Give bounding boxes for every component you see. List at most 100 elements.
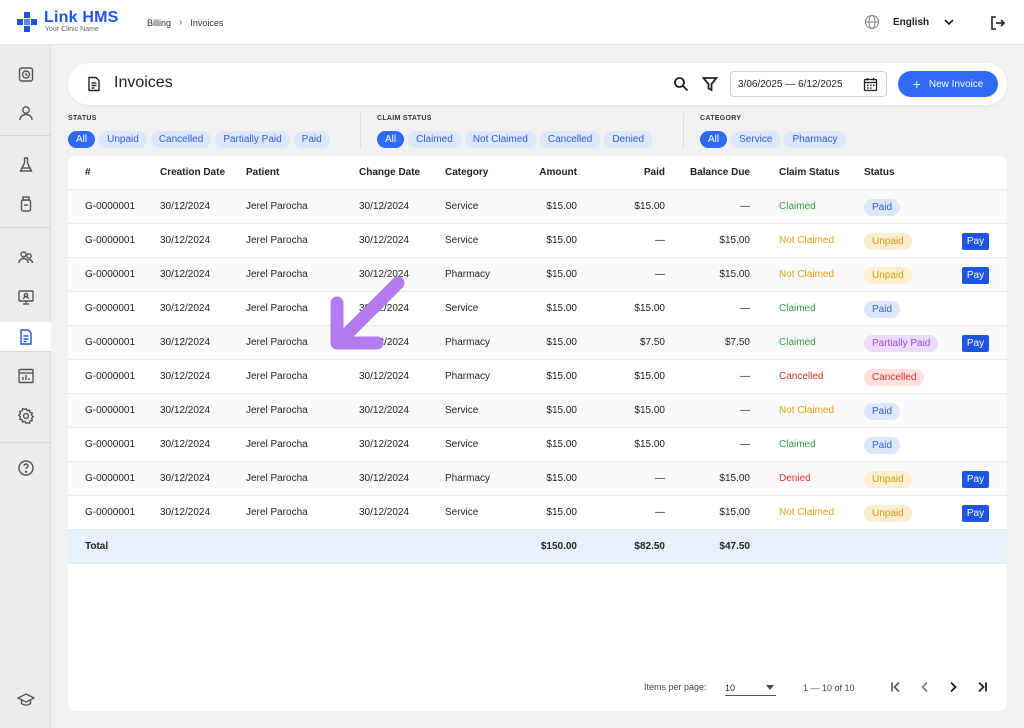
app-logo[interactable]: Link HMS Your Clinic Name bbox=[16, 9, 119, 34]
pay-button[interactable]: Pay bbox=[962, 335, 989, 352]
new-invoice-button[interactable]: + New Invoice bbox=[898, 71, 998, 97]
last-page-icon[interactable] bbox=[975, 680, 989, 694]
status-filter-label: STATUS bbox=[68, 115, 97, 122]
status-chip-unpaid[interactable]: Unpaid bbox=[99, 131, 147, 148]
claim-chip-all[interactable]: All bbox=[377, 131, 405, 148]
table-row[interactable]: G-0000001 30/12/2024 Jerel Parocha 30/12/20… bbox=[68, 190, 1007, 224]
previous-page-icon[interactable] bbox=[918, 680, 932, 694]
search-icon[interactable] bbox=[673, 76, 689, 92]
sidebar-item-patients[interactable] bbox=[0, 98, 51, 128]
breadcrumb-separator-icon: › bbox=[179, 17, 183, 28]
invoice-number[interactable]: G-0000001 bbox=[85, 326, 135, 360]
invoices-table: # Creation Date Patient Change Date Cate… bbox=[68, 156, 1007, 711]
logout-icon[interactable] bbox=[989, 14, 1007, 32]
claim-chip-not-claimed[interactable]: Not Claimed bbox=[464, 131, 536, 148]
status-chip-cancelled[interactable]: Cancelled bbox=[150, 131, 212, 148]
category-chip-all[interactable]: All bbox=[700, 131, 728, 148]
col-header-claim-status[interactable]: Claim Status bbox=[779, 156, 840, 190]
table-row[interactable]: G-0000001 30/12/2024 Jerel Parocha 30/12/20… bbox=[68, 394, 1007, 428]
items-per-page-label: Items per page: bbox=[644, 682, 707, 692]
creation-date: 30/12/2024 bbox=[160, 405, 211, 416]
claim-status: Claimed bbox=[779, 201, 816, 212]
col-header-change-date[interactable]: Change Date bbox=[359, 156, 420, 190]
calendar-icon bbox=[863, 78, 878, 92]
table-row[interactable]: G-0000001 30/12/2024 Jerel Parocha 30/12/20… bbox=[68, 428, 1007, 462]
invoice-number[interactable]: G-0000001 bbox=[85, 462, 135, 496]
table-row[interactable]: G-0000001 30/12/2024 Jerel Parocha 30/12/20… bbox=[68, 258, 1007, 292]
table-row[interactable]: G-0000001 30/12/2024 Jerel Parocha 30/12/20… bbox=[68, 224, 1007, 258]
breadcrumb-billing[interactable]: Billing bbox=[147, 18, 171, 28]
pay-button[interactable]: Pay bbox=[962, 267, 989, 284]
sidebar-item-billing[interactable] bbox=[0, 322, 51, 352]
invoice-number[interactable]: G-0000001 bbox=[85, 292, 135, 326]
invoice-number[interactable]: G-0000001 bbox=[85, 394, 135, 428]
language-selector[interactable]: English bbox=[864, 14, 955, 30]
claim-chip-claimed[interactable]: Claimed bbox=[408, 131, 461, 148]
date-range-picker[interactable]: 3/06/2025 — 6/12/2025 bbox=[730, 71, 887, 97]
col-header-amount[interactable]: Amount bbox=[497, 156, 577, 190]
invoice-number[interactable]: G-0000001 bbox=[85, 258, 135, 292]
table-row[interactable]: G-0000001 30/12/2024 Jerel Parocha 30/12/20… bbox=[68, 292, 1007, 326]
category-chip-pharmacy[interactable]: Pharmacy bbox=[784, 131, 846, 148]
next-page-icon[interactable] bbox=[946, 680, 960, 694]
col-header-creation-date[interactable]: Creation Date bbox=[160, 156, 225, 190]
category: Service bbox=[445, 405, 479, 416]
users-icon bbox=[17, 251, 33, 264]
balance-due: — bbox=[740, 201, 750, 212]
claim-status: Cancelled bbox=[779, 371, 824, 382]
graduation-cap-icon bbox=[16, 693, 35, 706]
items-per-page-select[interactable]: 10 bbox=[725, 680, 776, 696]
patient-name: Jerel Parocha bbox=[246, 201, 308, 212]
claim-status: Not Claimed bbox=[779, 405, 835, 416]
pagination-range: 1 — 10 of 10 bbox=[803, 683, 855, 693]
creation-date: 30/12/2024 bbox=[160, 371, 211, 382]
table-row[interactable]: G-0000001 30/12/2024 Jerel Parocha 30/12/20… bbox=[68, 360, 1007, 394]
status-badge: Paid bbox=[864, 403, 901, 420]
invoice-number[interactable]: G-0000001 bbox=[85, 428, 135, 462]
sidebar-item-lab[interactable] bbox=[0, 150, 51, 180]
sidebar-item-academy[interactable] bbox=[0, 685, 51, 715]
pay-button[interactable]: Pay bbox=[962, 471, 989, 488]
col-header-status[interactable]: Status bbox=[864, 156, 895, 190]
invoice-number[interactable]: G-0000001 bbox=[85, 360, 135, 394]
claim-chip-cancelled[interactable]: Cancelled bbox=[539, 131, 601, 148]
sidebar-item-help[interactable] bbox=[0, 453, 51, 483]
filter-icon[interactable] bbox=[702, 76, 718, 92]
invoice-number[interactable]: G-0000001 bbox=[85, 190, 135, 224]
claim-status: Claimed bbox=[779, 439, 816, 450]
col-header-patient[interactable]: Patient bbox=[246, 156, 279, 190]
status-chip-all[interactable]: All bbox=[68, 131, 96, 148]
sidebar-item-staff[interactable] bbox=[0, 242, 51, 272]
paid-amount: — bbox=[655, 235, 665, 246]
claim-chip-denied[interactable]: Denied bbox=[604, 131, 653, 148]
status-chip-partially-paid[interactable]: Partially Paid bbox=[215, 131, 290, 148]
user-icon bbox=[18, 106, 33, 121]
category-chip-service[interactable]: Service bbox=[731, 131, 781, 148]
col-header-category[interactable]: Category bbox=[445, 156, 488, 190]
flask-icon bbox=[18, 157, 33, 172]
amount: $15.00 bbox=[546, 473, 577, 484]
sidebar-item-reports[interactable] bbox=[0, 361, 51, 391]
first-page-icon[interactable] bbox=[889, 680, 903, 694]
col-header-balance-due[interactable]: Balance Due bbox=[670, 156, 750, 190]
status-filter-chips: All Unpaid Cancelled Partially Paid Paid bbox=[68, 131, 330, 148]
sidebar-item-telemedicine[interactable] bbox=[0, 282, 51, 312]
claim-status: Not Claimed bbox=[779, 507, 835, 518]
change-date: 30/12/2024 bbox=[359, 405, 410, 416]
invoice-number[interactable]: G-0000001 bbox=[85, 224, 135, 258]
paid-amount: $15.00 bbox=[634, 303, 665, 314]
pay-button[interactable]: Pay bbox=[962, 505, 989, 522]
table-row[interactable]: G-0000001 30/12/2024 Jerel Parocha 30/12/20… bbox=[68, 462, 1007, 496]
invoice-document-icon bbox=[88, 76, 100, 92]
sidebar-item-appointments[interactable] bbox=[0, 59, 51, 89]
pay-button[interactable]: Pay bbox=[962, 233, 989, 250]
page-title: Invoices bbox=[114, 74, 173, 91]
sidebar-item-pharmacy[interactable] bbox=[0, 189, 51, 219]
invoice-number[interactable]: G-0000001 bbox=[85, 496, 135, 530]
breadcrumb: Billing › Invoices bbox=[147, 17, 223, 28]
table-row[interactable]: G-0000001 30/12/2024 Jerel Parocha 30/12/20… bbox=[68, 326, 1007, 360]
sidebar-item-settings[interactable] bbox=[0, 401, 51, 431]
col-header-paid[interactable]: Paid bbox=[585, 156, 665, 190]
status-chip-paid[interactable]: Paid bbox=[293, 131, 330, 148]
table-row[interactable]: G-0000001 30/12/2024 Jerel Parocha 30/12/20… bbox=[68, 496, 1007, 530]
